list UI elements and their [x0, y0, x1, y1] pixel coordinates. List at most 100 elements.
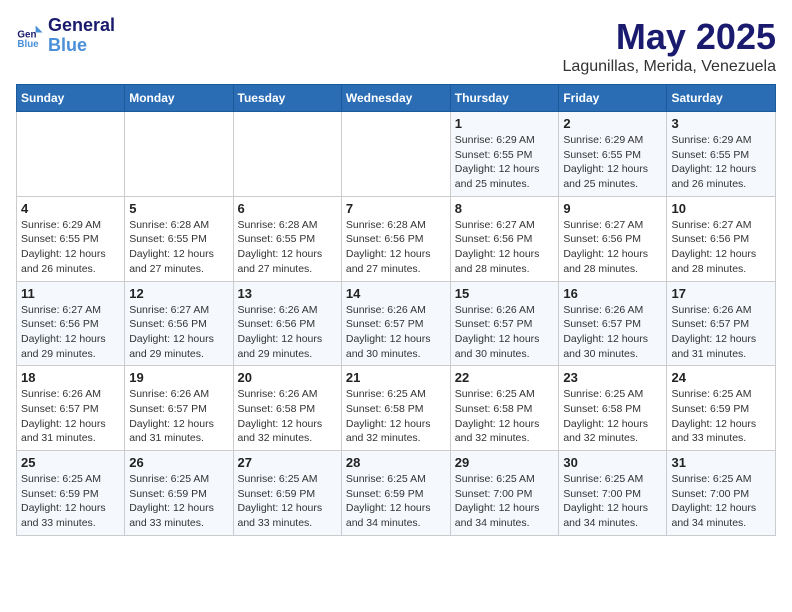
calendar-day	[341, 112, 450, 197]
calendar-day: 28Sunrise: 6:25 AM Sunset: 6:59 PM Dayli…	[341, 451, 450, 536]
day-info: Sunrise: 6:25 AM Sunset: 6:59 PM Dayligh…	[21, 472, 120, 531]
day-info: Sunrise: 6:26 AM Sunset: 6:58 PM Dayligh…	[238, 387, 337, 446]
day-info: Sunrise: 6:25 AM Sunset: 7:00 PM Dayligh…	[455, 472, 555, 531]
day-header-friday: Friday	[559, 85, 667, 112]
day-info: Sunrise: 6:26 AM Sunset: 6:57 PM Dayligh…	[563, 303, 662, 362]
calendar-week-2: 4 Sunrise: 6:29 AM Sunset: 6:55 PM Daylig…	[17, 196, 776, 281]
calendar-day: 26 Sunrise: 6:25 AM Sunset: 6:59 PM Dayli…	[125, 451, 233, 536]
day-number: 8	[455, 201, 555, 216]
calendar-day: 18 Sunrise: 6:26 AM Sunset: 6:57 PM Dayli…	[17, 366, 125, 451]
day-number: 21	[346, 370, 446, 385]
day-info: Sunrise: 6:29 AM Sunset: 6:55 PM Dayligh…	[671, 133, 771, 192]
day-info: Sunrise: 6:26 AM Sunset: 6:57 PM Dayligh…	[455, 303, 555, 362]
calendar-body: 1 Sunrise: 6:29 AM Sunset: 6:55 PM Daylig…	[17, 112, 776, 536]
calendar-day: 7Sunrise: 6:28 AM Sunset: 6:56 PM Daylig…	[341, 196, 450, 281]
calendar-day: 31 Sunrise: 6:25 AM Sunset: 7:00 PM Dayli…	[667, 451, 776, 536]
day-header-tuesday: Tuesday	[233, 85, 341, 112]
day-number: 3	[671, 116, 771, 131]
calendar-day: 4 Sunrise: 6:29 AM Sunset: 6:55 PM Daylig…	[17, 196, 125, 281]
calendar-day: 14 Sunrise: 6:26 AM Sunset: 6:57 PM Dayli…	[341, 281, 450, 366]
calendar-day: 9 Sunrise: 6:27 AM Sunset: 6:56 PM Daylig…	[559, 196, 667, 281]
calendar-day	[233, 112, 341, 197]
day-number: 19	[129, 370, 228, 385]
location-subtitle: Lagunillas, Merida, Venezuela	[563, 58, 776, 76]
calendar-day: 20 Sunrise: 6:26 AM Sunset: 6:58 PM Dayli…	[233, 366, 341, 451]
day-number: 5	[129, 201, 228, 216]
day-number: 23	[563, 370, 662, 385]
calendar-week-3: 11Sunrise: 6:27 AM Sunset: 6:56 PM Dayli…	[17, 281, 776, 366]
calendar-day: 1 Sunrise: 6:29 AM Sunset: 6:55 PM Daylig…	[450, 112, 559, 197]
calendar-day: 10Sunrise: 6:27 AM Sunset: 6:56 PM Dayli…	[667, 196, 776, 281]
day-number: 12	[129, 286, 228, 301]
logo-text-line2: Blue	[48, 36, 115, 56]
day-number: 15	[455, 286, 555, 301]
calendar-day: 16 Sunrise: 6:26 AM Sunset: 6:57 PM Dayli…	[559, 281, 667, 366]
day-number: 13	[238, 286, 337, 301]
day-header-sunday: Sunday	[17, 85, 125, 112]
day-info: Sunrise: 6:25 AM Sunset: 7:00 PM Dayligh…	[671, 472, 771, 531]
day-header-wednesday: Wednesday	[341, 85, 450, 112]
title-block: May 2025 Lagunillas, Merida, Venezuela	[563, 16, 776, 76]
day-info: Sunrise: 6:27 AM Sunset: 6:56 PM Dayligh…	[455, 218, 555, 277]
day-number: 30	[563, 455, 662, 470]
day-number: 17	[671, 286, 771, 301]
day-info: Sunrise: 6:26 AM Sunset: 6:57 PM Dayligh…	[346, 303, 446, 362]
day-info: Sunrise: 6:27 AM Sunset: 6:56 PM Dayligh…	[129, 303, 228, 362]
day-info: Sunrise: 6:26 AM Sunset: 6:57 PM Dayligh…	[21, 387, 120, 446]
calendar-day: 13 Sunrise: 6:26 AM Sunset: 6:56 PM Dayli…	[233, 281, 341, 366]
calendar-day	[17, 112, 125, 197]
day-info: Sunrise: 6:27 AM Sunset: 6:56 PM Dayligh…	[671, 218, 771, 277]
calendar-day	[125, 112, 233, 197]
day-number: 6	[238, 201, 337, 216]
day-number: 2	[563, 116, 662, 131]
day-info: Sunrise: 6:25 AM Sunset: 6:59 PM Dayligh…	[129, 472, 228, 531]
day-info: Sunrise: 6:26 AM Sunset: 6:56 PM Dayligh…	[238, 303, 337, 362]
calendar-day: 6 Sunrise: 6:28 AM Sunset: 6:55 PM Daylig…	[233, 196, 341, 281]
calendar-day: 8 Sunrise: 6:27 AM Sunset: 6:56 PM Daylig…	[450, 196, 559, 281]
day-number: 9	[563, 201, 662, 216]
calendar-day: 5Sunrise: 6:28 AM Sunset: 6:55 PM Daylig…	[125, 196, 233, 281]
calendar-week-5: 25 Sunrise: 6:25 AM Sunset: 6:59 PM Dayli…	[17, 451, 776, 536]
calendar-day: 22Sunrise: 6:25 AM Sunset: 6:58 PM Dayli…	[450, 366, 559, 451]
day-number: 14	[346, 286, 446, 301]
day-number: 20	[238, 370, 337, 385]
logo-icon: Gen Blue	[16, 22, 44, 50]
day-info: Sunrise: 6:27 AM Sunset: 6:56 PM Dayligh…	[563, 218, 662, 277]
day-info: Sunrise: 6:29 AM Sunset: 6:55 PM Dayligh…	[455, 133, 555, 192]
day-number: 26	[129, 455, 228, 470]
calendar-day: 23Sunrise: 6:25 AM Sunset: 6:58 PM Dayli…	[559, 366, 667, 451]
day-number: 31	[671, 455, 771, 470]
day-header-saturday: Saturday	[667, 85, 776, 112]
day-number: 1	[455, 116, 555, 131]
day-info: Sunrise: 6:29 AM Sunset: 6:55 PM Dayligh…	[21, 218, 120, 277]
calendar-day: 12 Sunrise: 6:27 AM Sunset: 6:56 PM Dayli…	[125, 281, 233, 366]
calendar-day: 19 Sunrise: 6:26 AM Sunset: 6:57 PM Dayli…	[125, 366, 233, 451]
calendar-week-1: 1 Sunrise: 6:29 AM Sunset: 6:55 PM Daylig…	[17, 112, 776, 197]
day-info: Sunrise: 6:25 AM Sunset: 7:00 PM Dayligh…	[563, 472, 662, 531]
day-number: 24	[671, 370, 771, 385]
month-title: May 2025	[563, 16, 776, 58]
day-number: 27	[238, 455, 337, 470]
calendar-header-row: SundayMondayTuesdayWednesdayThursdayFrid…	[17, 85, 776, 112]
calendar-day: 17 Sunrise: 6:26 AM Sunset: 6:57 PM Dayli…	[667, 281, 776, 366]
day-number: 29	[455, 455, 555, 470]
calendar-day: 2 Sunrise: 6:29 AM Sunset: 6:55 PM Daylig…	[559, 112, 667, 197]
day-number: 18	[21, 370, 120, 385]
calendar-day: 25 Sunrise: 6:25 AM Sunset: 6:59 PM Dayli…	[17, 451, 125, 536]
calendar-day: 27 Sunrise: 6:25 AM Sunset: 6:59 PM Dayli…	[233, 451, 341, 536]
day-info: Sunrise: 6:28 AM Sunset: 6:55 PM Dayligh…	[238, 218, 337, 277]
day-info: Sunrise: 6:25 AM Sunset: 6:59 PM Dayligh…	[346, 472, 446, 531]
day-info: Sunrise: 6:29 AM Sunset: 6:55 PM Dayligh…	[563, 133, 662, 192]
day-number: 16	[563, 286, 662, 301]
day-info: Sunrise: 6:26 AM Sunset: 6:57 PM Dayligh…	[671, 303, 771, 362]
calendar-day: 24Sunrise: 6:25 AM Sunset: 6:59 PM Dayli…	[667, 366, 776, 451]
calendar-day: 30 Sunrise: 6:25 AM Sunset: 7:00 PM Dayli…	[559, 451, 667, 536]
day-info: Sunrise: 6:26 AM Sunset: 6:57 PM Dayligh…	[129, 387, 228, 446]
page-header: Gen Blue General Blue May 2025 Lagunilla…	[16, 16, 776, 76]
day-number: 4	[21, 201, 120, 216]
day-info: Sunrise: 6:25 AM Sunset: 6:58 PM Dayligh…	[455, 387, 555, 446]
calendar-day: 11Sunrise: 6:27 AM Sunset: 6:56 PM Dayli…	[17, 281, 125, 366]
day-info: Sunrise: 6:25 AM Sunset: 6:59 PM Dayligh…	[238, 472, 337, 531]
day-number: 25	[21, 455, 120, 470]
day-number: 7	[346, 201, 446, 216]
